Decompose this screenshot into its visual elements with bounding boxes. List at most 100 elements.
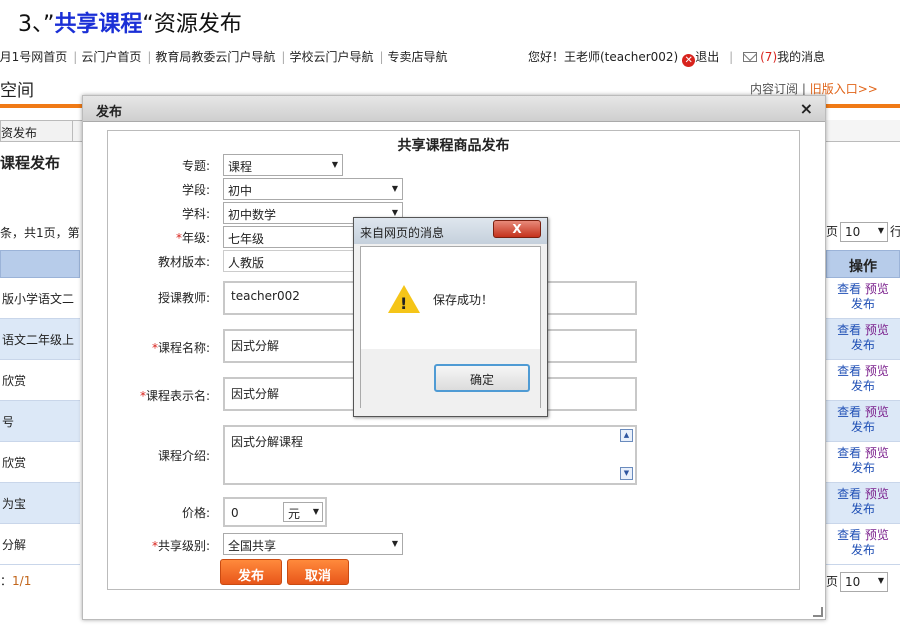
share-level-select[interactable]: 全国共享 bbox=[223, 533, 403, 555]
price-value[interactable]: 0 bbox=[231, 506, 239, 520]
nav-divider: | bbox=[729, 50, 734, 64]
table-row[interactable]: 语文二年级上 bbox=[0, 319, 80, 360]
pager-suffix: 行 bbox=[890, 224, 900, 239]
nav-divider: | bbox=[379, 50, 384, 64]
ops-column: 操作 查看 预览 发布 查看 预览 发布 查看 预览 发布 查看 预览 发布 查看 预览… bbox=[826, 250, 900, 565]
intro-label: 课程介绍: bbox=[157, 449, 210, 463]
alert-close-button[interactable]: X bbox=[493, 220, 541, 238]
top-navigation: 9月1号网首页|云门户首页|教育局教委云门户导航|学校云门户导航|专卖店导航 您… bbox=[0, 44, 900, 68]
old-version-link[interactable]: 旧版入口>> bbox=[810, 82, 878, 96]
table-row[interactable]: 号 bbox=[0, 401, 80, 442]
right-pager: 页10行 bbox=[826, 222, 900, 242]
view-link[interactable]: 查看 bbox=[837, 446, 861, 460]
publish-link[interactable]: 发布 bbox=[851, 379, 875, 393]
share-level-label-text: 共享级别: bbox=[157, 539, 210, 553]
preview-link[interactable]: 预览 bbox=[865, 282, 889, 296]
nav-link-cloud-portal[interactable]: 云门户首页 bbox=[81, 50, 141, 64]
cancel-button[interactable]: 取消 bbox=[287, 559, 349, 585]
bg-pager-text: 条，共1页，第 bbox=[0, 226, 80, 240]
preview-link[interactable]: 预览 bbox=[865, 446, 889, 460]
nav-link-store[interactable]: 专卖店导航 bbox=[388, 50, 448, 64]
alert-titlebar[interactable]: 来自网页的消息 X bbox=[354, 218, 547, 244]
form-title: 共享课程商品发布 bbox=[397, 138, 510, 154]
view-link[interactable]: 查看 bbox=[837, 487, 861, 501]
scroll-up-icon[interactable]: ▲ bbox=[620, 429, 633, 442]
preview-link[interactable]: 预览 bbox=[865, 323, 889, 337]
course-name-label: *课程名称: bbox=[120, 339, 210, 356]
doc-heading: 3、”共享课程“资源发布 bbox=[18, 6, 242, 38]
alert-message: 保存成功！ bbox=[433, 293, 494, 307]
dialog-close-icon[interactable]: × bbox=[800, 99, 813, 118]
table-row[interactable]: 欣赏 bbox=[0, 360, 80, 401]
view-link[interactable]: 查看 bbox=[837, 323, 861, 337]
alert-ok-button[interactable]: 确定 bbox=[434, 364, 530, 392]
topic-select[interactable]: 课程 bbox=[223, 154, 343, 176]
price-unit-select[interactable]: 元 bbox=[283, 502, 323, 522]
nav-links: 9月1号网首页|云门户首页|教育局教委云门户导航|学校云门户导航|专卖店导航 bbox=[0, 48, 450, 65]
table-row[interactable]: 欣赏 bbox=[0, 442, 80, 483]
publish-link[interactable]: 发布 bbox=[851, 502, 875, 516]
table-row[interactable]: 分解 bbox=[0, 524, 80, 565]
ops-cell: 查看 预览 发布 bbox=[826, 278, 900, 319]
heading-highlight: 共享课程 bbox=[54, 12, 143, 37]
my-messages-link[interactable]: 我的消息 bbox=[777, 50, 825, 64]
heading-prefix: 3、” bbox=[18, 12, 55, 37]
pager-prefix: 页 bbox=[826, 224, 839, 239]
course-display-label: *课程表示名: bbox=[120, 387, 210, 404]
publish-button[interactable]: 发布 bbox=[220, 559, 282, 585]
scroll-down-icon[interactable]: ▼ bbox=[620, 467, 633, 480]
price-label: 价格: bbox=[181, 506, 210, 520]
alert-title: 来自网页的消息 bbox=[360, 226, 445, 240]
logout-link[interactable]: 退出 bbox=[695, 50, 719, 64]
nav-divider: | bbox=[147, 50, 152, 64]
publish-link[interactable]: 发布 bbox=[851, 338, 875, 352]
publish-link[interactable]: 发布 bbox=[851, 420, 875, 434]
preview-link[interactable]: 预览 bbox=[865, 528, 889, 542]
footer-page: 1/1 bbox=[12, 574, 32, 588]
view-link[interactable]: 查看 bbox=[837, 405, 861, 419]
view-link[interactable]: 查看 bbox=[837, 528, 861, 542]
page-size-select[interactable]: 10 bbox=[840, 572, 889, 592]
table-row[interactable]: 为宝 bbox=[0, 483, 80, 524]
nav-link-home[interactable]: 9月1号网首页 bbox=[0, 50, 67, 64]
pager-prefix: 页 bbox=[826, 574, 839, 589]
ops-header: 操作 bbox=[826, 250, 900, 278]
preview-link[interactable]: 预览 bbox=[865, 487, 889, 501]
nav-link-school-portal[interactable]: 学校云门户导航 bbox=[289, 50, 373, 64]
grade-label: *年级: bbox=[120, 229, 210, 246]
stage-label: 学段: bbox=[181, 183, 210, 197]
nav-link-edu-bureau[interactable]: 教育局教委云门户导航 bbox=[155, 50, 275, 64]
heading-suffix: “资源发布 bbox=[142, 12, 242, 37]
alert-body: ! 保存成功！ 确定 bbox=[360, 246, 541, 408]
stage-select[interactable]: 初中 bbox=[223, 178, 403, 200]
grade-label-text: 年级: bbox=[181, 231, 210, 245]
alert-dialog: 来自网页的消息 X ! 保存成功！ 确定 bbox=[353, 217, 548, 417]
space-title: 空间 bbox=[0, 81, 34, 101]
resize-grip-icon[interactable] bbox=[813, 607, 823, 617]
ops-cell: 查看 预览 发布 bbox=[826, 360, 900, 401]
preview-link[interactable]: 预览 bbox=[865, 364, 889, 378]
intro-textarea[interactable]: 因式分解课程 bbox=[223, 425, 637, 485]
envelope-icon bbox=[743, 52, 758, 62]
preview-link[interactable]: 预览 bbox=[865, 405, 889, 419]
publish-link[interactable]: 发布 bbox=[851, 297, 875, 311]
ops-cell: 查看 预览 发布 bbox=[826, 483, 900, 524]
subscribe-link[interactable]: 内容订阅 | bbox=[750, 82, 806, 96]
bg-footer-pager: ：1/1 bbox=[0, 572, 31, 589]
greeting-text: 您好！王老师(teacher002) bbox=[528, 50, 679, 64]
price-field[interactable]: 0 元 bbox=[223, 497, 327, 527]
publish-link[interactable]: 发布 bbox=[851, 543, 875, 557]
view-link[interactable]: 查看 bbox=[837, 282, 861, 296]
publish-link[interactable]: 发布 bbox=[851, 461, 875, 475]
ops-cell: 查看 预览 发布 bbox=[826, 401, 900, 442]
nav-divider: | bbox=[73, 50, 78, 64]
message-count[interactable]: (7) bbox=[760, 50, 777, 64]
logout-icon[interactable]: ✕ bbox=[682, 54, 696, 67]
dialog-titlebar[interactable]: 发布 × bbox=[83, 96, 825, 122]
right-pager-bottom: 页 10 bbox=[826, 572, 890, 592]
table-row[interactable]: 版小学语文二 bbox=[0, 278, 80, 319]
teacher-label: 授课教师: bbox=[157, 291, 210, 305]
share-level-label: *共享级别: bbox=[120, 537, 210, 554]
view-link[interactable]: 查看 bbox=[837, 364, 861, 378]
page-size-select[interactable]: 10 bbox=[840, 222, 889, 242]
